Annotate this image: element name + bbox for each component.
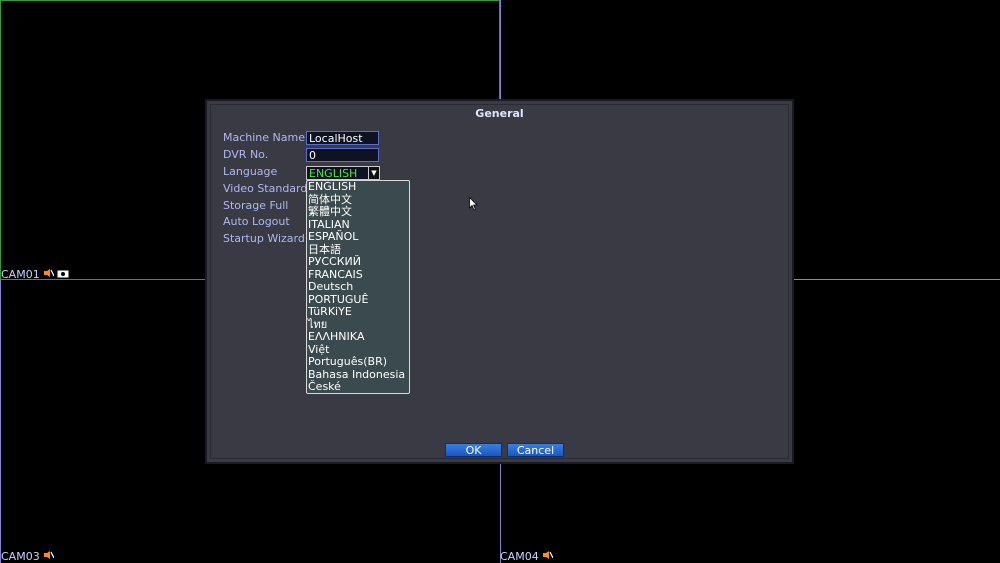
dvr-no-field[interactable]: 0	[306, 148, 379, 162]
language-select[interactable]: ENGLISH ▼	[306, 166, 380, 180]
cam03-name: CAM03	[1, 550, 40, 563]
chevron-down-icon[interactable]: ▼	[368, 167, 379, 179]
mouse-cursor-icon	[469, 196, 478, 215]
machine-name-field[interactable]: LocalHost	[306, 131, 379, 145]
speaker-muted-icon	[542, 550, 554, 563]
dvr-no-label: DVR No.	[223, 148, 269, 161]
machine-name-label: Machine Name	[223, 131, 305, 144]
language-option[interactable]: Deutsch	[307, 280, 409, 294]
language-option[interactable]: České	[307, 380, 409, 394]
language-select-value: ENGLISH	[309, 167, 358, 180]
ok-button[interactable]: OK	[445, 443, 502, 457]
speaker-muted-icon	[43, 550, 55, 563]
cam01-label: CAM01	[1, 268, 69, 281]
language-option[interactable]: ENGLISH	[307, 180, 409, 194]
general-dialog: General Machine Name LocalHost DVR No. 0…	[205, 99, 794, 464]
cam04-label: CAM04	[500, 550, 554, 563]
cam04-name: CAM04	[500, 550, 539, 563]
camera-icon	[57, 268, 69, 281]
cam03-label: CAM03	[1, 550, 55, 563]
language-option[interactable]: 繁體中文	[307, 205, 409, 219]
language-option[interactable]: Português(BR)	[307, 355, 409, 369]
dialog-body: General Machine Name LocalHost DVR No. 0…	[210, 104, 789, 459]
language-option[interactable]: РУССКИЙ	[307, 255, 409, 269]
dialog-title: General	[475, 107, 524, 120]
storage-full-label: Storage Full	[223, 199, 289, 212]
language-label: Language	[223, 165, 278, 178]
language-dropdown-list[interactable]: ENGLISH 简体中文 繁體中文 ITALIAN ESPAÑOL 日本語 РУ…	[306, 180, 410, 394]
cancel-button[interactable]: Cancel	[507, 443, 564, 457]
language-option[interactable]: ΕΛΛΗΝΙΚΑ	[307, 330, 409, 344]
language-option[interactable]: ESPAÑOL	[307, 230, 409, 244]
speaker-muted-icon	[43, 268, 55, 281]
video-standard-label: Video Standard	[223, 182, 308, 195]
startup-wizard-label: Startup Wizard	[223, 232, 305, 245]
auto-logout-label: Auto Logout	[223, 215, 290, 228]
cam01-name: CAM01	[1, 268, 40, 281]
language-option[interactable]: TüRKiYE	[307, 305, 409, 319]
